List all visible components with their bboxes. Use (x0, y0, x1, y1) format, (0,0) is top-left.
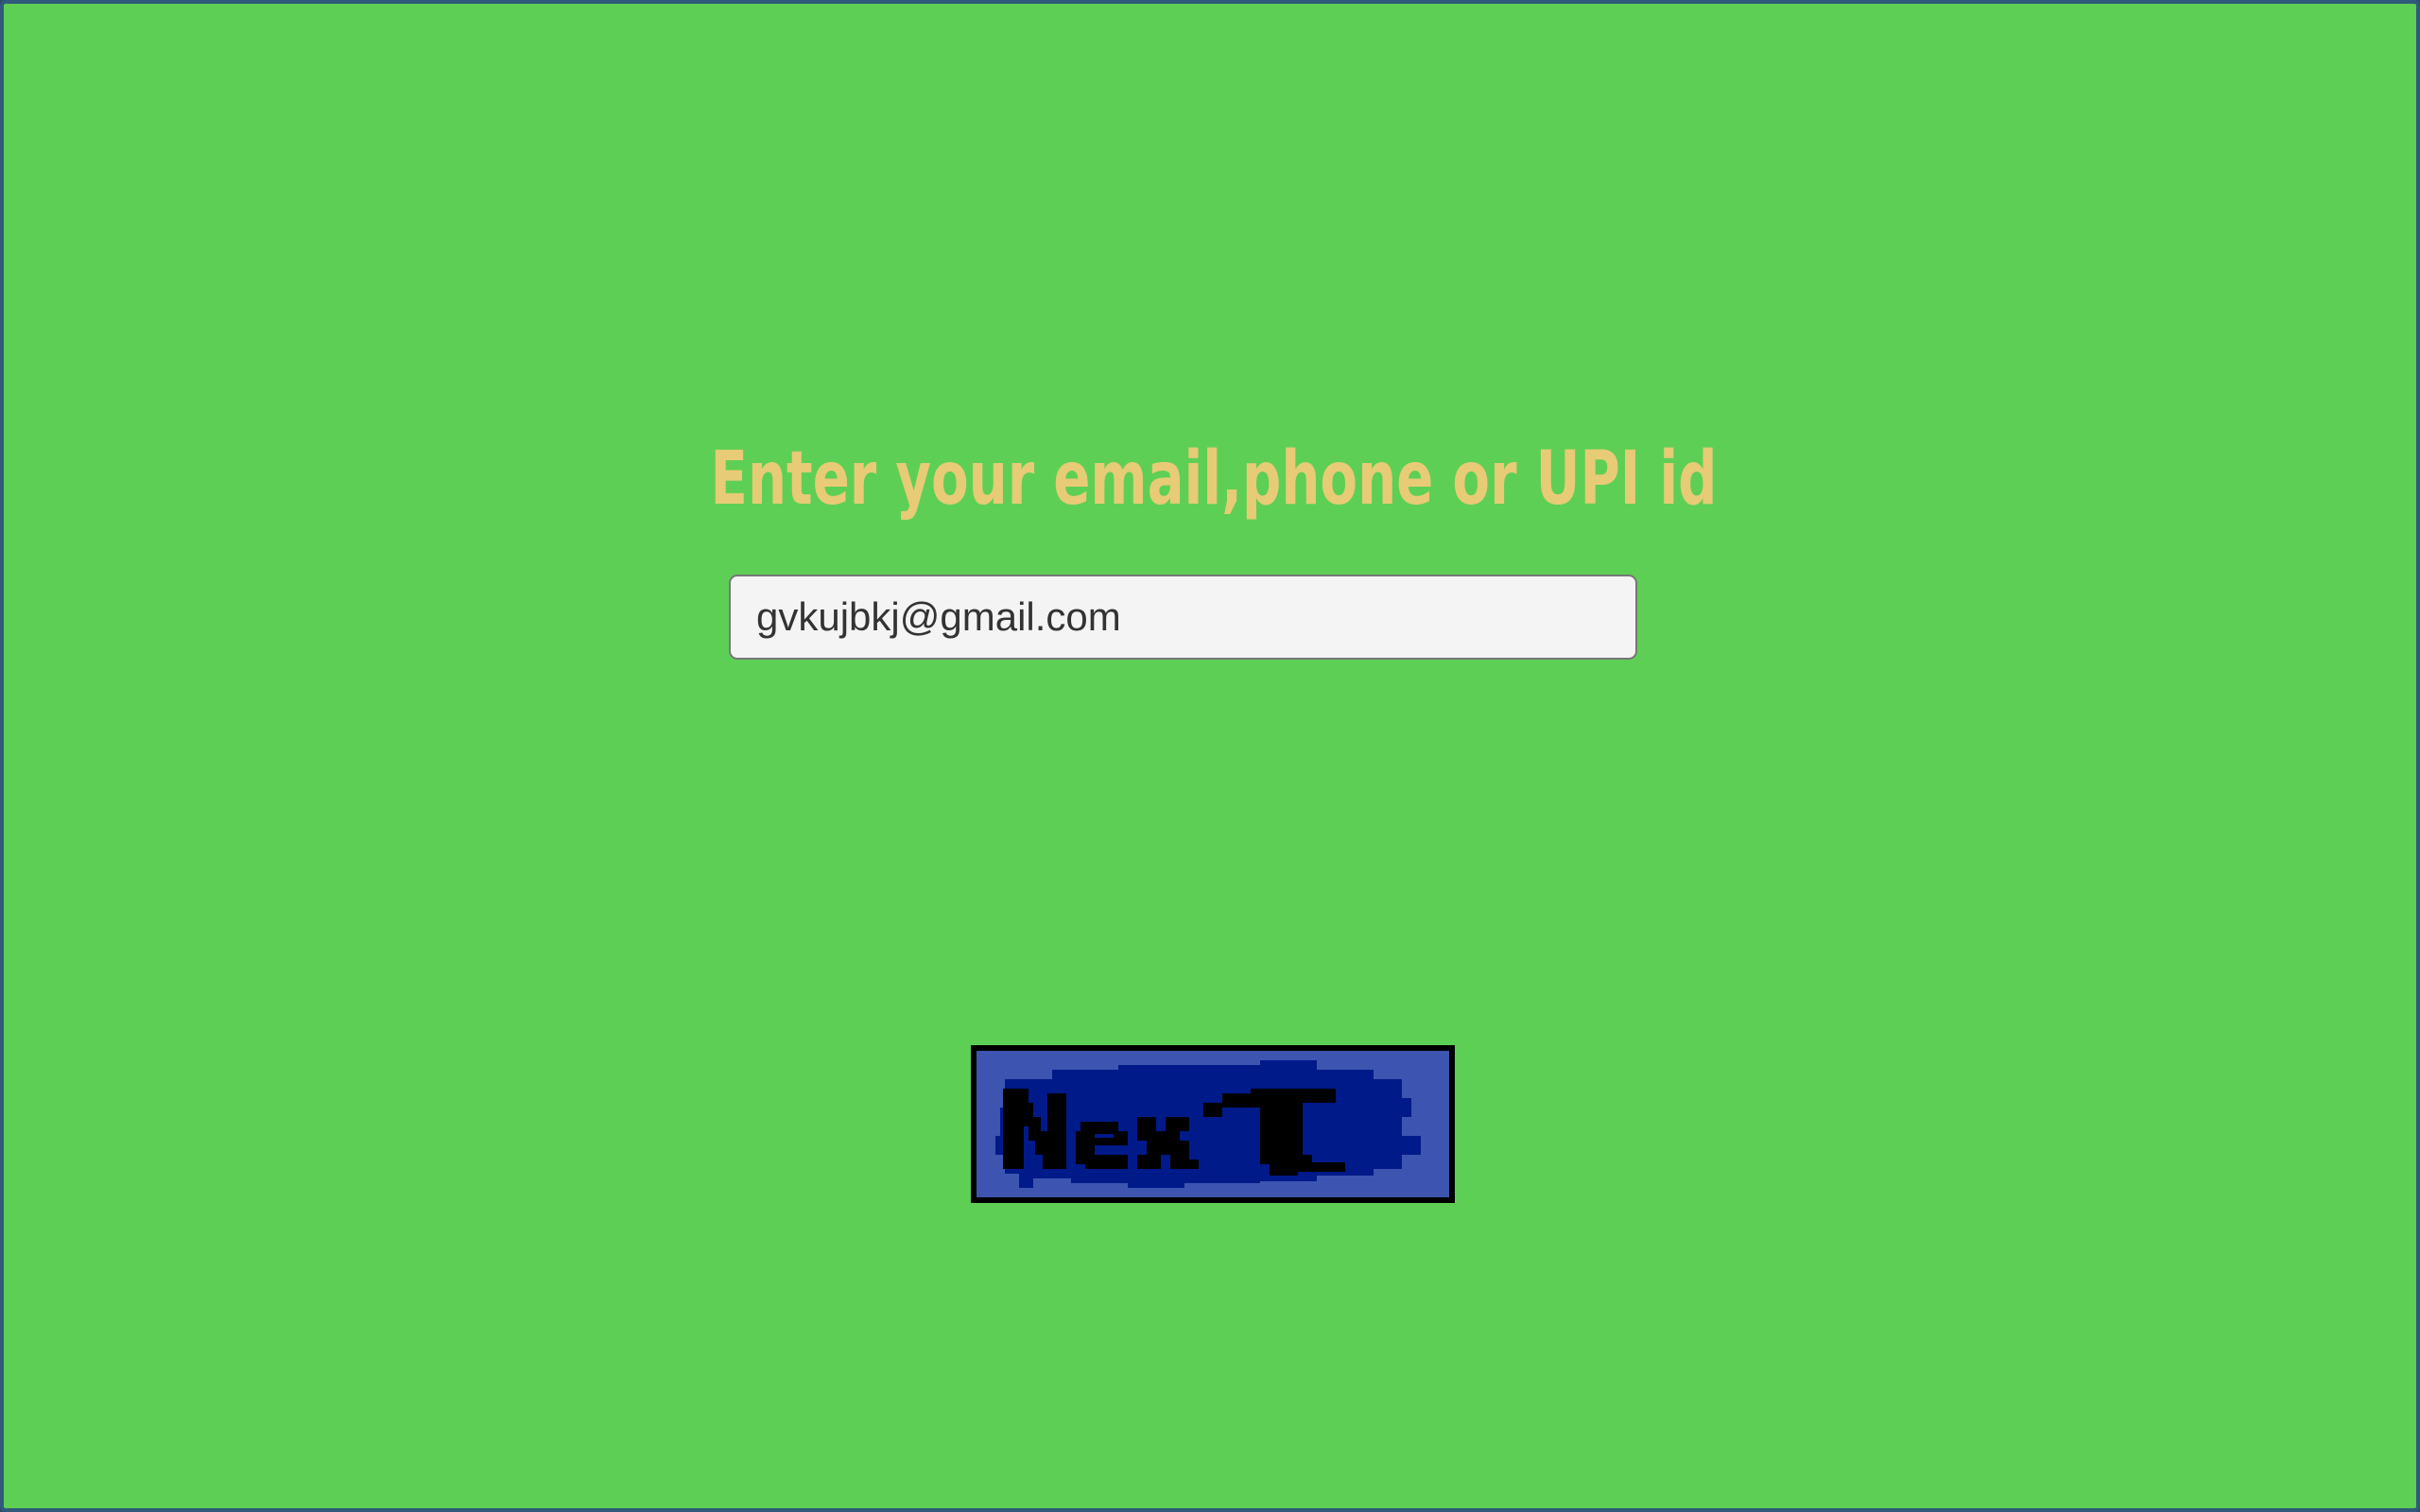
page-heading: Enter your email,phone or UPI id (710, 437, 1718, 522)
page-frame: Enter your email,phone or UPI id (0, 0, 2420, 1512)
email-phone-upi-input[interactable] (729, 575, 1637, 660)
next-label-image (995, 1060, 1421, 1188)
next-button[interactable] (971, 1045, 1455, 1203)
